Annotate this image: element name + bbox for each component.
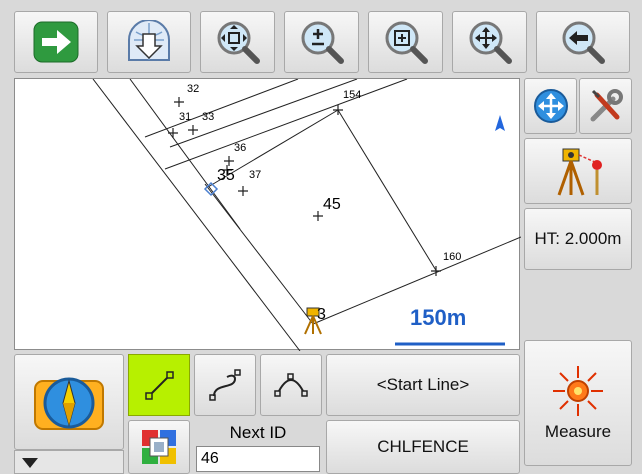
point-label: 35 bbox=[217, 167, 235, 184]
settings-button[interactable] bbox=[579, 78, 632, 134]
code-button[interactable]: CHLFENCE bbox=[326, 420, 520, 474]
point-label: 160 bbox=[443, 251, 462, 263]
start-line-button[interactable]: <Start Line> bbox=[326, 354, 520, 416]
compass-pan-icon bbox=[533, 89, 568, 123]
measure-button[interactable]: Measure bbox=[524, 340, 632, 466]
straight-line-icon bbox=[145, 371, 174, 400]
line-mode-straight-button[interactable] bbox=[128, 354, 190, 416]
zoom-extents-button[interactable] bbox=[200, 11, 275, 73]
map-mode-button[interactable] bbox=[14, 354, 124, 450]
zoom-in-out-button[interactable] bbox=[284, 11, 359, 73]
zoom-extents-icon bbox=[217, 21, 260, 64]
instrument-setup-button[interactable] bbox=[524, 138, 632, 204]
point-label: 36 bbox=[234, 142, 247, 154]
arrow-right-icon bbox=[33, 21, 79, 63]
next-id-label: Next ID bbox=[194, 420, 322, 446]
instrument-height-label: HT: 2.000m bbox=[534, 229, 622, 248]
point-label: 37 bbox=[249, 169, 262, 181]
back-icon bbox=[562, 21, 605, 64]
zoom-window-button[interactable] bbox=[368, 11, 443, 73]
scale-label: 150m bbox=[410, 305, 467, 330]
point-label: 32 bbox=[187, 83, 200, 95]
point-label: 33 bbox=[202, 111, 215, 123]
dropdown-toggle[interactable] bbox=[14, 450, 124, 474]
pan-icon bbox=[469, 21, 512, 64]
measure-laser-icon bbox=[553, 366, 603, 416]
layer-select-button[interactable] bbox=[128, 420, 190, 474]
right-panel-spacer bbox=[524, 274, 632, 350]
compass-map-icon bbox=[34, 377, 104, 430]
north-arrow-icon bbox=[495, 115, 505, 131]
zoom-in-out-icon bbox=[301, 21, 344, 64]
next-id-input[interactable]: 46 bbox=[196, 446, 320, 472]
height-button[interactable]: HT: 2.000m bbox=[524, 208, 632, 270]
point-label: 154 bbox=[343, 89, 362, 101]
measure-label: Measure bbox=[544, 422, 612, 441]
triangle-down-icon bbox=[22, 458, 38, 468]
start-line-label: <Start Line> bbox=[376, 375, 470, 394]
compass-button[interactable] bbox=[524, 78, 577, 134]
line-mode-arc-button[interactable] bbox=[260, 354, 322, 416]
download-globe-icon bbox=[128, 20, 170, 61]
point-label: 3 bbox=[317, 306, 326, 323]
layers-color-icon bbox=[142, 430, 176, 464]
tools-icon bbox=[590, 89, 623, 122]
arc-icon bbox=[274, 373, 308, 397]
pan-button[interactable] bbox=[452, 11, 527, 73]
zoom-window-icon bbox=[385, 21, 428, 64]
map-canvas[interactable]: 32 31 33 154 36 35 37 45 160 3 150m bbox=[14, 78, 521, 351]
line-mode-curve-button[interactable] bbox=[194, 354, 256, 416]
point-label: 31 bbox=[179, 111, 192, 123]
code-label: CHLFENCE bbox=[377, 437, 469, 456]
download-button[interactable] bbox=[107, 11, 191, 73]
point-label: 45 bbox=[323, 196, 341, 213]
instrument-tripod-icon bbox=[557, 148, 602, 196]
back-button[interactable] bbox=[536, 11, 630, 73]
spline-icon bbox=[209, 369, 241, 401]
next-button[interactable] bbox=[14, 11, 98, 73]
